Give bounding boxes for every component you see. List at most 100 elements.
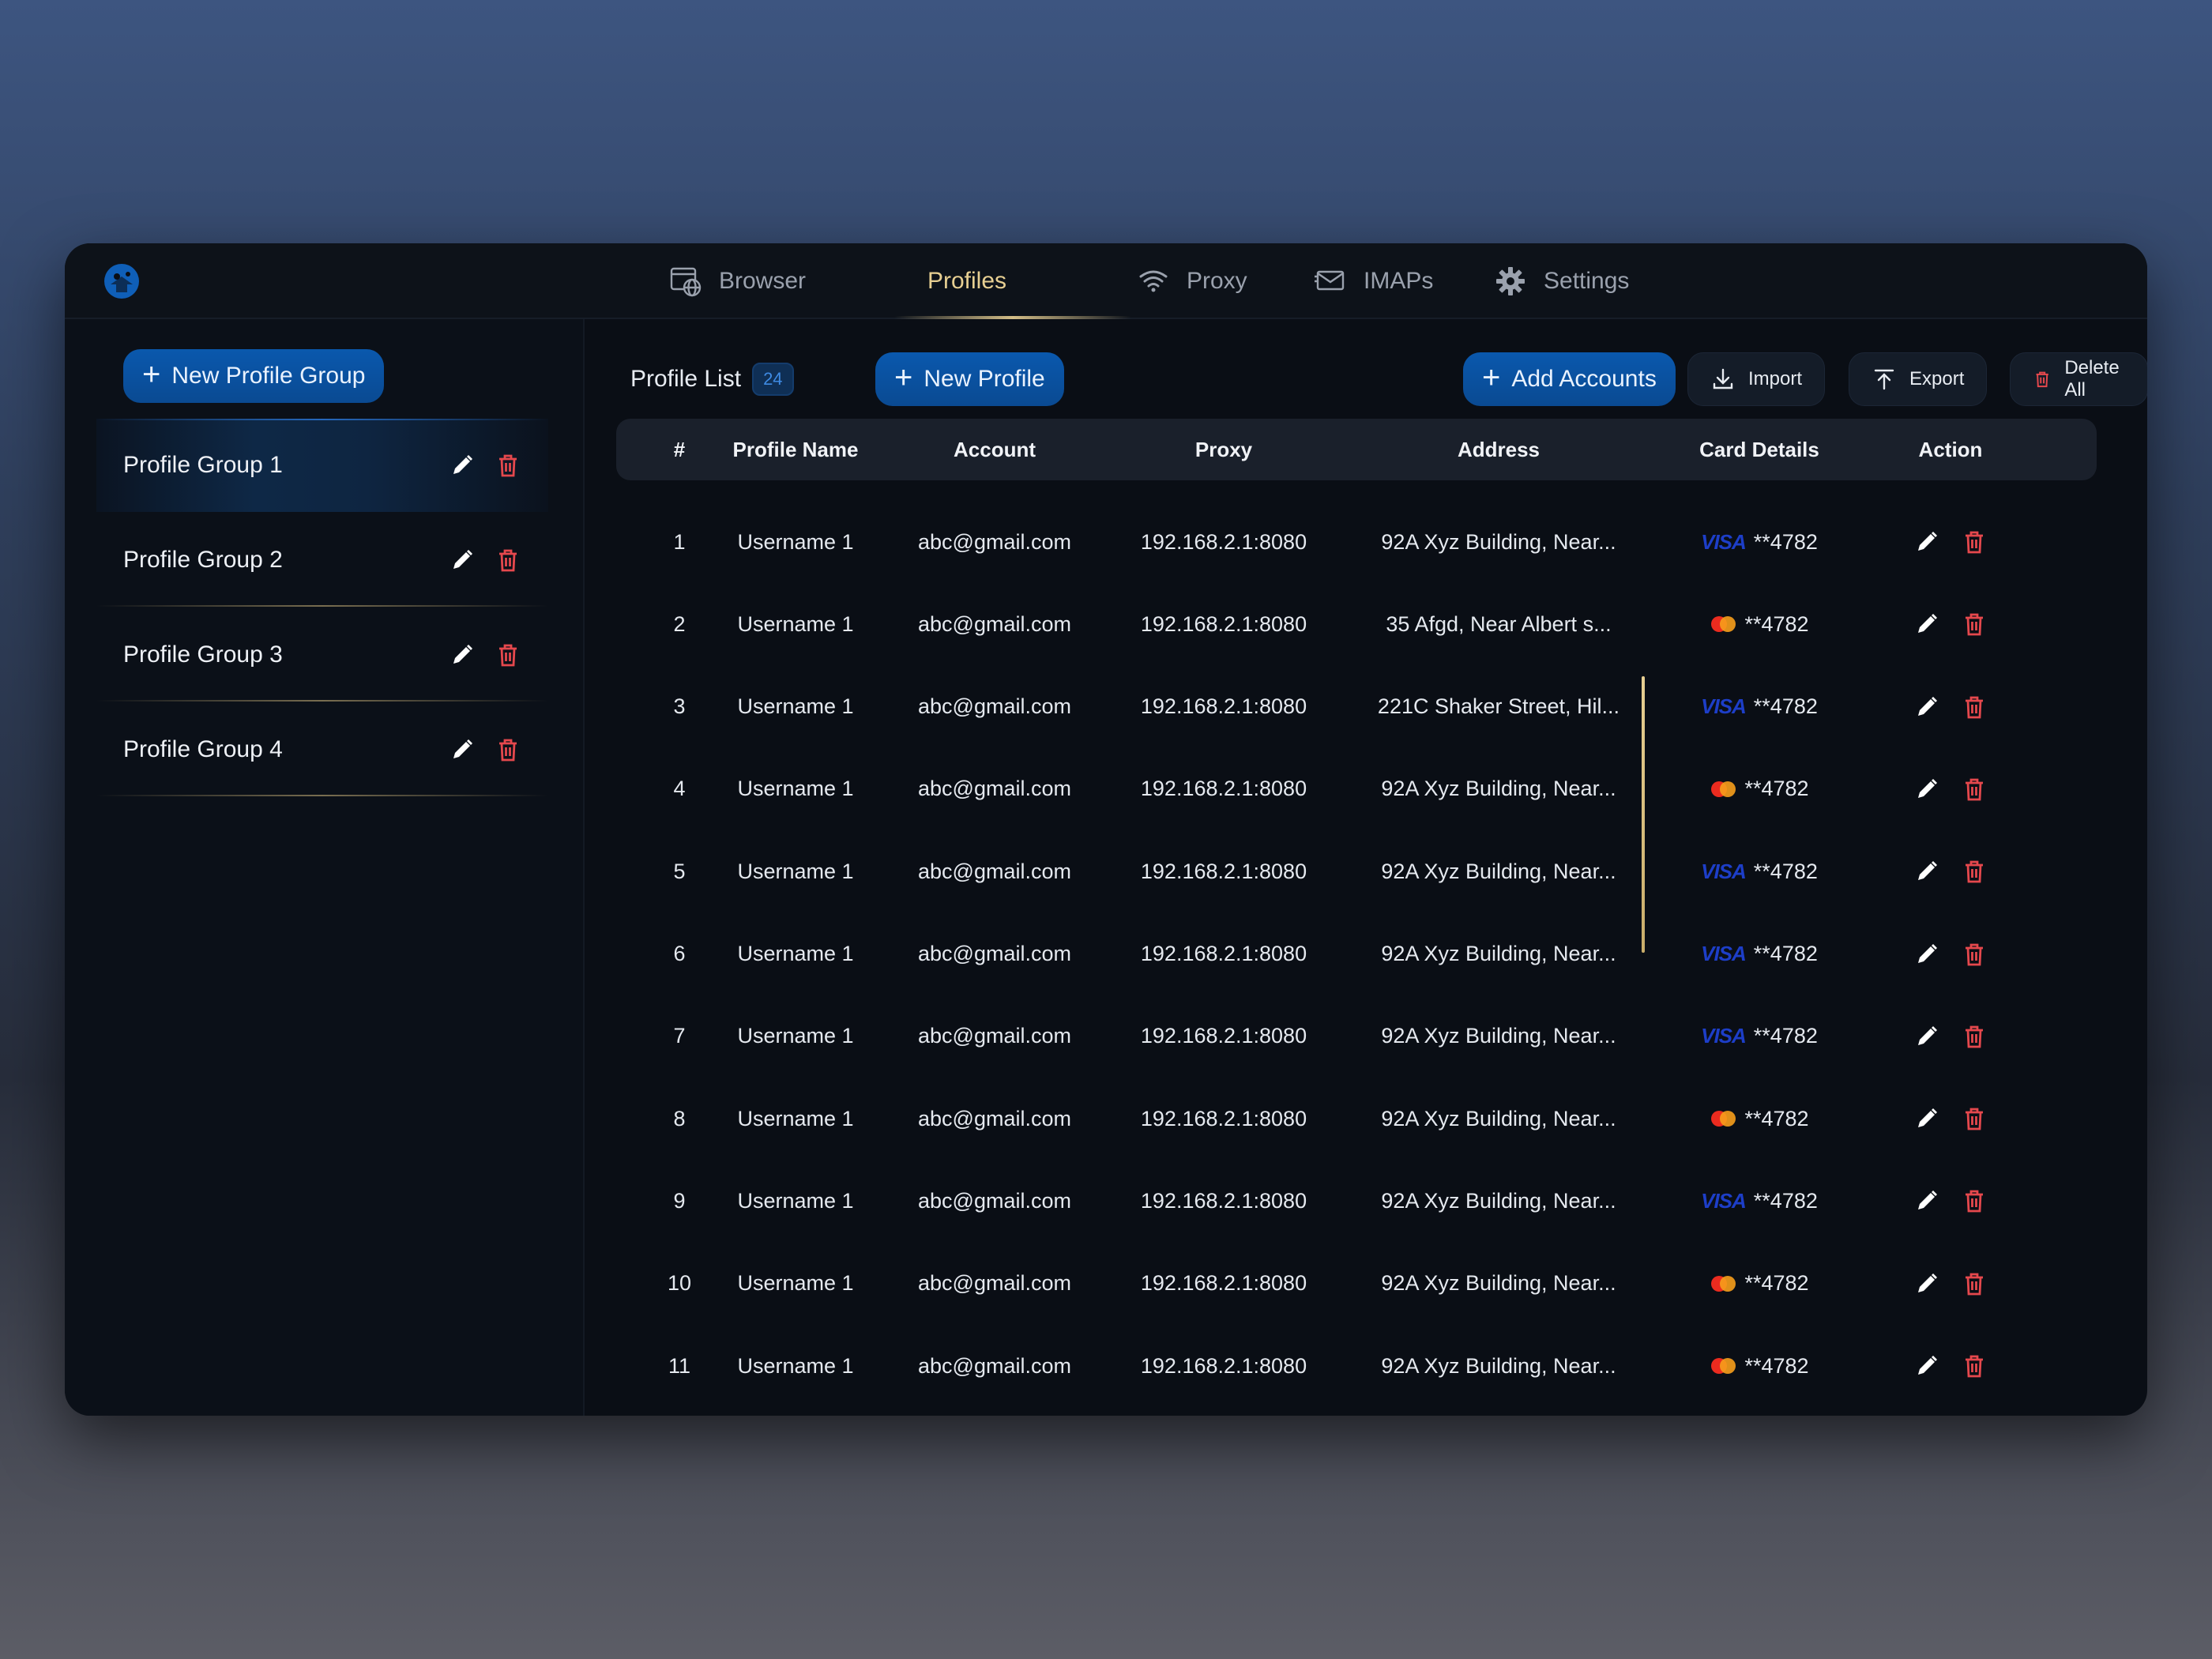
tab-imaps[interactable]: IMAPs: [1313, 262, 1433, 300]
edit-pencil-icon[interactable]: [1913, 529, 1940, 555]
edit-pencil-icon[interactable]: [1913, 1105, 1940, 1132]
table-row[interactable]: 8 Username 1 abc@gmail.com 192.168.2.1:8…: [616, 1078, 2097, 1160]
profile-group-item[interactable]: Profile Group 1: [96, 419, 548, 512]
delete-trash-icon[interactable]: [1961, 776, 1988, 803]
table-row[interactable]: 9 Username 1 abc@gmail.com 192.168.2.1:8…: [616, 1160, 2097, 1242]
delete-all-button[interactable]: Delete All: [2010, 352, 2147, 406]
row-actions: [1883, 1243, 2018, 1325]
table-row[interactable]: 6 Username 1 abc@gmail.com 192.168.2.1:8…: [616, 913, 2097, 995]
browser-globe-icon: [670, 267, 702, 297]
profile-name-cell: Username 1: [737, 1106, 854, 1130]
row-actions: [1883, 583, 2018, 665]
account-cell: abc@gmail.com: [918, 1188, 1071, 1213]
row-actions: [1883, 1160, 2018, 1242]
table-row[interactable]: 7 Username 1 abc@gmail.com 192.168.2.1:8…: [616, 995, 2097, 1078]
mastercard-logo-icon: [1710, 781, 1736, 797]
tab-browser-label: Browser: [719, 268, 807, 294]
profile-name-cell: Username 1: [737, 942, 854, 965]
edit-pencil-icon[interactable]: [449, 452, 476, 479]
delete-trash-icon[interactable]: [1961, 941, 1988, 968]
new-profile-group-button[interactable]: + New Profile Group: [123, 349, 385, 403]
export-button[interactable]: Export: [1849, 352, 1988, 406]
tab-settings[interactable]: Settings: [1493, 262, 1629, 300]
table-row[interactable]: 2 Username 1 abc@gmail.com 192.168.2.1:8…: [616, 583, 2097, 665]
delete-trash-icon[interactable]: [495, 452, 521, 479]
plus-icon: +: [1482, 360, 1501, 395]
edit-pencil-icon[interactable]: [449, 736, 476, 763]
row-actions: [1883, 501, 2018, 583]
delete-trash-icon[interactable]: [1961, 1352, 1988, 1379]
table-scrollbar[interactable]: [1642, 676, 1645, 953]
column-header-card-details: Card Details: [1699, 437, 1819, 461]
delete-trash-icon[interactable]: [1961, 858, 1988, 885]
row-actions: [1883, 666, 2018, 748]
tab-browser[interactable]: Browser: [668, 262, 806, 300]
table-row[interactable]: 5 Username 1 abc@gmail.com 192.168.2.1:8…: [616, 830, 2097, 912]
row-number: 5: [673, 859, 686, 883]
profile-group-actions: [449, 452, 521, 479]
address-cell: 92A Xyz Building, Near...: [1381, 859, 1616, 883]
profile-group-item[interactable]: Profile Group 2: [96, 514, 548, 607]
edit-pencil-icon[interactable]: [1913, 694, 1940, 720]
row-actions: [1883, 1325, 2018, 1407]
card-details-cell: VISA **4782: [1659, 830, 1860, 912]
delete-trash-icon[interactable]: [1961, 1023, 1988, 1050]
delete-trash-icon[interactable]: [495, 547, 521, 574]
import-button[interactable]: Import: [1687, 352, 1826, 406]
edit-pencil-icon[interactable]: [1913, 611, 1940, 638]
address-cell: 221C Shaker Street, Hil...: [1377, 694, 1620, 719]
column-header-profile-name: Profile Name: [732, 437, 859, 461]
card-number: **4782: [1744, 611, 1809, 636]
table-row[interactable]: 3 Username 1 abc@gmail.com 192.168.2.1:8…: [616, 666, 2097, 748]
card-details-cell: **4782: [1659, 1243, 1860, 1325]
mastercard-logo-icon: [1710, 1358, 1736, 1374]
row-number: 9: [673, 1188, 686, 1213]
proxy-cell: 192.168.2.1:8080: [1140, 942, 1307, 965]
delete-trash-icon[interactable]: [1961, 611, 1988, 638]
delete-trash-icon[interactable]: [1961, 529, 1988, 555]
tab-proxy[interactable]: Proxy: [1136, 262, 1247, 300]
address-cell: 92A Xyz Building, Near...: [1381, 1188, 1616, 1213]
edit-pencil-icon[interactable]: [1913, 776, 1940, 803]
visa-logo-icon: VISA: [1701, 694, 1747, 719]
edit-pencil-icon[interactable]: [1913, 1352, 1940, 1379]
profile-group-label: Profile Group 2: [123, 547, 283, 573]
delete-trash-icon[interactable]: [1961, 1105, 1988, 1132]
profile-group-item[interactable]: Profile Group 4: [96, 703, 548, 796]
add-accounts-button[interactable]: + Add Accounts: [1463, 352, 1676, 406]
address-cell: 92A Xyz Building, Near...: [1381, 1353, 1616, 1378]
tab-imaps-label: IMAPs: [1364, 268, 1434, 294]
tab-profiles[interactable]: Profiles: [927, 262, 1006, 300]
table-row[interactable]: 4 Username 1 abc@gmail.com 192.168.2.1:8…: [616, 748, 2097, 830]
delete-trash-icon[interactable]: [495, 736, 521, 763]
edit-pencil-icon[interactable]: [449, 641, 476, 668]
delete-trash-icon[interactable]: [1961, 694, 1988, 720]
address-cell: 92A Xyz Building, Near...: [1381, 942, 1616, 965]
edit-pencil-icon[interactable]: [1913, 1023, 1940, 1050]
top-navigation-bar: Browser Profiles Proxy IMAPs Settings: [65, 243, 2147, 319]
proxy-cell: 192.168.2.1:8080: [1140, 529, 1307, 554]
card-number: **4782: [1744, 777, 1809, 801]
edit-pencil-icon[interactable]: [1913, 941, 1940, 968]
profile-group-label: Profile Group 1: [123, 452, 283, 478]
new-profile-button[interactable]: + New Profile: [875, 352, 1064, 406]
edit-pencil-icon[interactable]: [1913, 1187, 1940, 1214]
row-number: 6: [673, 942, 686, 965]
column-header-proxy: Proxy: [1194, 437, 1253, 461]
profile-group-item[interactable]: Profile Group 3: [96, 608, 548, 702]
account-cell: abc@gmail.com: [918, 1106, 1071, 1130]
row-actions: [1883, 913, 2018, 995]
edit-pencil-icon[interactable]: [1913, 858, 1940, 885]
card-number: **4782: [1753, 942, 1818, 965]
edit-pencil-icon[interactable]: [449, 547, 476, 574]
edit-pencil-icon[interactable]: [1913, 1270, 1940, 1297]
delete-trash-icon[interactable]: [1961, 1270, 1988, 1297]
table-row[interactable]: 11 Username 1 abc@gmail.com 192.168.2.1:…: [616, 1325, 2097, 1407]
delete-trash-icon[interactable]: [1961, 1187, 1988, 1214]
table-row[interactable]: 1 Username 1 abc@gmail.com 192.168.2.1:8…: [616, 501, 2097, 583]
table-row[interactable]: 10 Username 1 abc@gmail.com 192.168.2.1:…: [616, 1243, 2097, 1325]
profile-name-cell: Username 1: [737, 859, 854, 883]
card-details-cell: VISA **4782: [1659, 666, 1860, 748]
address-cell: 92A Xyz Building, Near...: [1381, 1271, 1616, 1296]
delete-trash-icon[interactable]: [495, 641, 521, 668]
